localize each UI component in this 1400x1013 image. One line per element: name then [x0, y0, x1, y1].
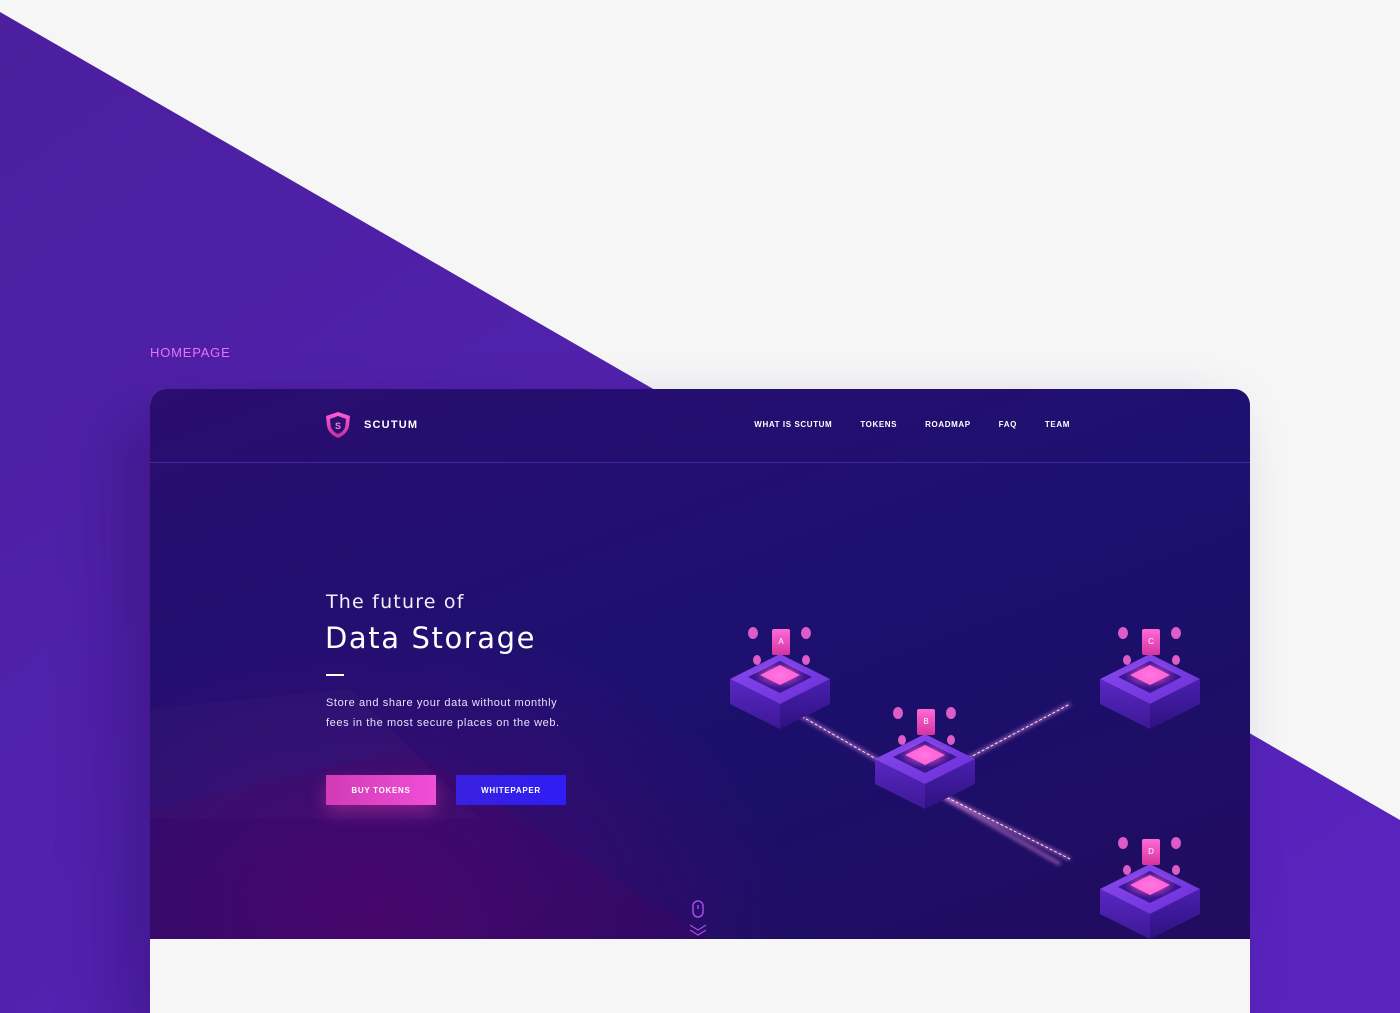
hero-divider	[326, 674, 344, 676]
network-illustration: A B C D	[730, 627, 1200, 939]
nav-menu: WHAT IS SCUTUM TOKENS ROADMAP FAQ TEAM	[754, 420, 1070, 429]
node-c-letter: C	[1148, 637, 1154, 646]
brand-name: SCUTUM	[364, 419, 419, 431]
storage-node-b: B	[875, 707, 975, 809]
content-area	[150, 939, 1250, 1013]
nav-item-faq[interactable]: FAQ	[999, 420, 1017, 429]
storage-node-d: D	[1100, 837, 1200, 939]
whitepaper-button[interactable]: WHITEPAPER	[456, 775, 566, 805]
shield-icon: S	[326, 412, 350, 438]
buy-tokens-button[interactable]: BUY TOKENS	[326, 775, 436, 805]
section-label: HOMEPAGE	[150, 345, 231, 360]
nav-item-what-is-scutum[interactable]: WHAT IS SCUTUM	[754, 420, 832, 429]
logo-letter: S	[335, 421, 341, 431]
hero-description: Store and share your data without monthl…	[326, 697, 560, 729]
nav-item-team[interactable]: TEAM	[1045, 420, 1070, 429]
node-d-letter: D	[1148, 847, 1154, 856]
hero-kicker: The future of	[326, 591, 465, 613]
hero-title: Data Storage	[325, 621, 537, 655]
navbar: S SCUTUM WHAT IS SCUTUM TOKENS ROADMAP F…	[150, 389, 1250, 463]
logo[interactable]: S SCUTUM	[325, 411, 418, 439]
nav-item-roadmap[interactable]: ROADMAP	[925, 420, 971, 429]
storage-node-a: A	[730, 627, 830, 729]
node-b-letter: B	[923, 717, 928, 726]
homepage-mockup: S SCUTUM WHAT IS SCUTUM TOKENS ROADMAP F…	[150, 389, 1250, 1013]
storage-node-c: C	[1100, 627, 1200, 729]
node-a-letter: A	[778, 637, 784, 646]
hero-section: S SCUTUM WHAT IS SCUTUM TOKENS ROADMAP F…	[150, 389, 1250, 944]
nav-item-tokens[interactable]: TOKENS	[860, 420, 897, 429]
